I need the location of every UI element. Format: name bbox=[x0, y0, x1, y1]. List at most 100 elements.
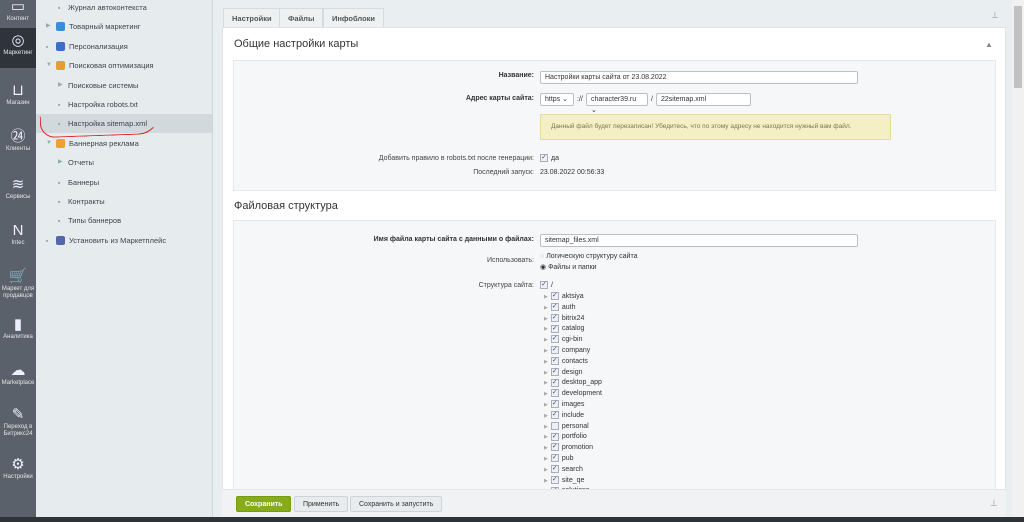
protocol-select[interactable]: https ⌄ bbox=[540, 93, 574, 106]
save-button[interactable]: Сохранить bbox=[236, 496, 292, 512]
use-option[interactable]: ◉ Файлы и папки bbox=[540, 263, 597, 271]
name-input[interactable]: Настройки карты сайта от 23.08.2022 bbox=[540, 71, 858, 84]
sidebar-item[interactable]: ■ Типы баннеров bbox=[36, 211, 212, 230]
tab-1[interactable]: Файлы bbox=[279, 8, 324, 27]
tree-item[interactable]: ▶ ✓ catalog bbox=[544, 323, 584, 334]
expand-arrow-icon[interactable]: ▶ bbox=[544, 337, 548, 343]
expand-arrow-icon[interactable]: ▶ bbox=[544, 478, 548, 484]
bullet-icon[interactable]: ■ bbox=[58, 192, 60, 211]
expand-arrow-icon[interactable]: ▶ bbox=[544, 316, 548, 322]
sidebar-item[interactable]: ▶ Поисковые системы bbox=[36, 76, 212, 95]
tree-item[interactable]: ▶ personal bbox=[544, 421, 589, 432]
expand-arrow-icon[interactable]: ▶ bbox=[544, 370, 548, 376]
save-and-run-button[interactable]: Сохранить и запустить bbox=[350, 496, 443, 512]
robots-checkbox[interactable]: ✓ bbox=[540, 154, 548, 162]
folder-checkbox[interactable]: ✓ bbox=[550, 475, 559, 484]
folder-checkbox[interactable]: ✓ bbox=[550, 410, 559, 419]
expand-arrow-icon[interactable]: ▶ bbox=[544, 445, 548, 451]
sidebar-item[interactable]: ■ Контракты bbox=[36, 192, 212, 211]
apply-button[interactable]: Применить bbox=[294, 496, 349, 512]
pin-icon[interactable]: ⊥ bbox=[991, 10, 999, 21]
expand-arrow-icon[interactable]: ▶ bbox=[544, 424, 548, 430]
page-scrollbar[interactable] bbox=[1012, 0, 1024, 517]
radio-checked-icon[interactable]: ◉ bbox=[540, 264, 548, 271]
sidebar-item[interactable]: ■ Установить из Маркетплейс bbox=[36, 231, 212, 250]
iconbar-item[interactable]: 🛒 Маркет для продавцов bbox=[0, 264, 36, 300]
folder-checkbox[interactable]: ✓ bbox=[550, 389, 559, 398]
tab-0[interactable]: Настройки bbox=[223, 8, 281, 27]
sidebar-item[interactable]: ■ Баннеры bbox=[36, 173, 212, 192]
chevron-right-icon[interactable]: ▶ bbox=[58, 76, 63, 95]
bullet-icon[interactable]: ■ bbox=[46, 231, 48, 250]
expand-arrow-icon[interactable]: ▶ bbox=[544, 348, 548, 354]
iconbar-item[interactable]: ✎ Переход в Битрикс24 bbox=[0, 402, 36, 438]
expand-arrow-icon[interactable]: ▶ bbox=[544, 434, 548, 440]
tree-item[interactable]: ▶ ✓ images bbox=[544, 399, 584, 410]
bullet-icon[interactable]: ■ bbox=[58, 95, 60, 114]
root-checkbox[interactable]: ✓ bbox=[540, 281, 548, 290]
sidebar-item[interactable]: ▼ Поисковая оптимизация bbox=[36, 56, 212, 75]
expand-arrow-icon[interactable]: ▶ bbox=[544, 359, 548, 365]
tree-item[interactable]: ▶ ✓ development bbox=[544, 388, 602, 399]
expand-arrow-icon[interactable]: ▶ bbox=[544, 305, 548, 311]
tree-item[interactable]: ▶ ✓ design bbox=[544, 367, 583, 378]
sidebar-item[interactable]: ▶ Отчеты bbox=[36, 153, 212, 172]
expand-arrow-icon[interactable]: ▶ bbox=[544, 326, 548, 332]
expand-arrow-icon[interactable]: ▶ bbox=[544, 294, 548, 300]
folder-checkbox[interactable]: ✓ bbox=[550, 367, 559, 376]
tree-item[interactable]: ▶ ✓ bitrix24 bbox=[544, 313, 584, 324]
bullet-icon[interactable]: ■ bbox=[46, 37, 48, 56]
collapse-icon[interactable]: ▲ bbox=[985, 40, 993, 49]
expand-arrow-icon[interactable]: ▶ bbox=[544, 413, 548, 419]
tree-item[interactable]: ▶ ✓ portfolio bbox=[544, 431, 587, 442]
folder-checkbox[interactable]: ✓ bbox=[550, 335, 559, 344]
tab-2[interactable]: Инфоблоки bbox=[323, 8, 385, 27]
folder-checkbox[interactable]: ✓ bbox=[550, 454, 559, 463]
folder-checkbox[interactable]: ✓ bbox=[550, 356, 559, 365]
chevron-right-icon[interactable]: ▶ bbox=[58, 153, 63, 172]
tree-item[interactable]: ▶ ✓ desktop_app bbox=[544, 377, 602, 388]
filename-input[interactable]: 22sitemap.xml bbox=[656, 93, 751, 106]
sidebar-item[interactable]: ▶ Товарный маркетинг bbox=[36, 17, 212, 36]
bullet-icon[interactable]: ■ bbox=[58, 211, 60, 230]
folder-checkbox[interactable]: ✓ bbox=[550, 302, 559, 311]
tree-item[interactable]: ▶ ✓ promotion bbox=[544, 442, 593, 453]
expand-arrow-icon[interactable]: ▶ bbox=[544, 391, 548, 397]
tree-item[interactable]: ▶ ✓ cgi-bin bbox=[544, 334, 582, 345]
iconbar-item[interactable]: ≋ Сервисы bbox=[0, 172, 36, 208]
tree-item[interactable]: ▶ ✓ aktsiya bbox=[544, 291, 584, 302]
bullet-icon[interactable]: ■ bbox=[58, 173, 60, 192]
iconbar-item[interactable]: ◎ Маркетинг bbox=[0, 28, 36, 68]
folder-checkbox[interactable]: ✓ bbox=[550, 443, 559, 452]
sidebar-item[interactable]: ■ Журнал автоконтекста bbox=[36, 0, 212, 17]
file-name-input[interactable]: sitemap_files.xml bbox=[540, 234, 858, 247]
folder-checkbox[interactable]: ✓ bbox=[550, 324, 559, 333]
folder-checkbox[interactable]: ✓ bbox=[550, 346, 559, 355]
chevron-down-icon[interactable]: ▼ bbox=[46, 56, 52, 75]
iconbar-item[interactable]: ⚙ Настройки bbox=[0, 452, 36, 488]
sidebar-item[interactable]: ■ Персонализация bbox=[36, 37, 212, 56]
robots-checkbox-row[interactable]: ✓ да bbox=[540, 154, 559, 162]
tree-item[interactable]: ▶ ✓ search bbox=[544, 464, 583, 475]
folder-checkbox[interactable] bbox=[550, 421, 559, 430]
tree-root[interactable]: ✓ / bbox=[540, 280, 553, 291]
iconbar-item[interactable]: ☁ Marketplace bbox=[0, 358, 36, 394]
folder-checkbox[interactable]: ✓ bbox=[550, 432, 559, 441]
iconbar-item[interactable]: ㉔ Клиенты bbox=[0, 124, 36, 160]
folder-checkbox[interactable]: ✓ bbox=[550, 464, 559, 473]
domain-select[interactable]: character39.ru ⌄ bbox=[586, 93, 648, 114]
expand-arrow-icon[interactable]: ▶ bbox=[544, 456, 548, 462]
tree-item[interactable]: ▶ ✓ include bbox=[544, 410, 584, 421]
iconbar-item[interactable]: ▮ Аналитика bbox=[0, 312, 36, 348]
expand-arrow-icon[interactable]: ▶ bbox=[544, 402, 548, 408]
use-option[interactable]: ○ Логическую структуру сайта bbox=[540, 253, 637, 260]
tree-item[interactable]: ▶ ✓ pub bbox=[544, 453, 574, 464]
chevron-right-icon[interactable]: ▶ bbox=[46, 17, 51, 36]
iconbar-item[interactable]: ▭ Контент bbox=[0, 0, 36, 30]
tree-item[interactable]: ▶ ✓ site_qe bbox=[544, 475, 584, 486]
folder-checkbox[interactable]: ✓ bbox=[550, 400, 559, 409]
tree-item[interactable]: ▶ ✓ auth bbox=[544, 302, 575, 313]
scrollbar-thumb[interactable] bbox=[1014, 6, 1022, 88]
folder-checkbox[interactable]: ✓ bbox=[550, 313, 559, 322]
bullet-icon[interactable]: ■ bbox=[58, 0, 60, 17]
